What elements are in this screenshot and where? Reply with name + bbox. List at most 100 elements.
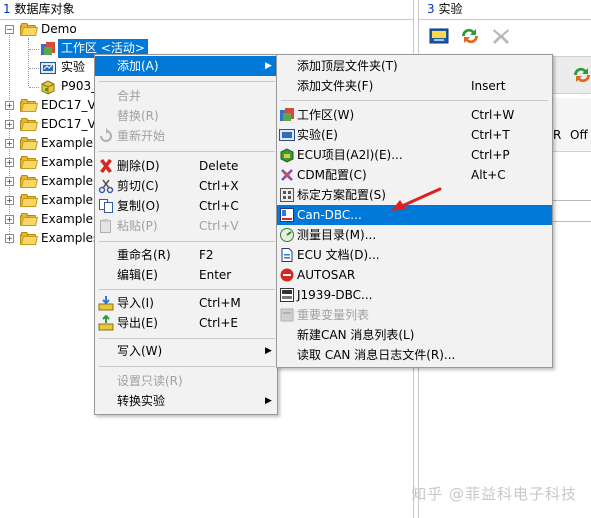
menu-separator xyxy=(99,289,275,290)
menu-item-rename[interactable]: 重命名(R) F2 xyxy=(95,245,277,265)
menu-item-label: 重新开始 xyxy=(117,129,166,143)
menu-item-shortcut: F2 xyxy=(199,248,214,262)
sync-icon[interactable] xyxy=(459,26,481,46)
submenu-item-read-can-log[interactable]: 读取 CAN 消息日志文件(R)... xyxy=(277,345,552,365)
submenu-item-workspace[interactable]: 工作区(W) Ctrl+W xyxy=(277,105,552,125)
document-icon xyxy=(281,248,293,262)
menu-item-replace[interactable]: 替换(R) xyxy=(95,106,277,126)
scissors-icon xyxy=(98,179,114,194)
menu-item-merge[interactable]: 合并 xyxy=(95,86,277,106)
column-r: R xyxy=(553,128,562,142)
expand-icon[interactable]: + xyxy=(5,215,14,224)
tree-node-folder[interactable]: + Example xyxy=(0,210,100,229)
expand-icon[interactable]: + xyxy=(5,120,14,129)
expand-icon[interactable]: + xyxy=(5,139,14,148)
submenu-item-cdm-config[interactable]: CDM配置(C) Alt+C xyxy=(277,165,552,185)
workspace-icon xyxy=(41,42,55,55)
menu-item-label: 替换(R) xyxy=(117,109,159,123)
collapse-icon[interactable]: − xyxy=(5,25,14,34)
submenu-item-ecu-document[interactable]: ECU 文档(D)... xyxy=(277,245,552,265)
tree-node-folder[interactable]: + EDC17_V xyxy=(0,96,100,115)
menu-item-shortcut: Enter xyxy=(199,268,232,282)
submenu-item-add-folder[interactable]: 添加文件夹(F) Insert xyxy=(277,76,552,96)
menu-item-shortcut: Ctrl+X xyxy=(199,179,239,193)
can-dbc-icon xyxy=(280,208,294,222)
expand-icon[interactable]: + xyxy=(5,177,14,186)
menu-item-label: 测量目录(M)... xyxy=(297,228,377,242)
variable-list-icon xyxy=(280,308,294,322)
submenu-item-important-variables[interactable]: 重要变量列表 xyxy=(277,305,552,325)
pane-title-text: 实验 xyxy=(434,2,463,16)
menu-item-copy[interactable]: 复制(O) Ctrl+C xyxy=(95,196,277,216)
menu-item-label: ECU 文档(D)... xyxy=(297,248,380,262)
menu-item-cut[interactable]: 剪切(C) Ctrl+X xyxy=(95,176,277,196)
menu-separator xyxy=(99,241,275,242)
submenu-item-measurement-catalog[interactable]: 测量目录(M)... xyxy=(277,225,552,245)
tree-node-label: EDC17_V xyxy=(41,117,96,131)
menu-item-label: 合并 xyxy=(117,89,142,103)
menu-item-label: CDM配置(C) xyxy=(297,168,367,182)
menu-item-add[interactable]: 添加(A) ▶ xyxy=(95,56,277,76)
folder-icon xyxy=(20,137,38,150)
menu-item-shortcut: Ctrl+T xyxy=(471,128,510,142)
import-icon xyxy=(98,296,114,311)
menu-item-set-readonly[interactable]: 设置只读(R) xyxy=(95,371,277,391)
open-experiment-icon[interactable] xyxy=(429,27,449,45)
expand-icon[interactable]: + xyxy=(5,101,14,110)
tree-node-label: P903_ xyxy=(61,79,98,93)
pane-number: 1 xyxy=(3,2,11,16)
menu-item-edit[interactable]: 编辑(E) Enter xyxy=(95,265,277,285)
menu-separator xyxy=(281,100,548,101)
submenu-item-new-can-message-list[interactable]: 新建CAN 消息列表(L) xyxy=(277,325,552,345)
tree-node-label: Example xyxy=(41,155,94,169)
menu-item-label: 工作区(W) xyxy=(297,108,355,122)
tree-node-folder[interactable]: + Example xyxy=(0,191,100,210)
tree-node-demo[interactable]: − Demo xyxy=(0,20,200,39)
folder-icon xyxy=(20,156,38,169)
tree-node-folder[interactable]: + Example xyxy=(0,134,100,153)
menu-item-label: 添加文件夹(F) xyxy=(297,79,374,93)
menu-item-label: ECU项目(A2l)(E)... xyxy=(297,148,403,162)
menu-item-label: 重命名(R) xyxy=(117,248,171,262)
submenu-arrow-icon: ▶ xyxy=(265,396,272,406)
menu-item-delete[interactable]: 删除(D) Delete xyxy=(95,156,277,176)
expand-icon[interactable]: + xyxy=(5,234,14,243)
menu-item-label: 剪切(C) xyxy=(117,179,159,193)
watermark: 知乎 @菲益科电子科技 xyxy=(411,485,577,503)
menu-item-shortcut: Insert xyxy=(471,79,506,93)
menu-item-restart[interactable]: 重新开始 xyxy=(95,126,277,146)
tree-node-label: 实验 xyxy=(61,60,86,74)
tree-node-folder[interactable]: + Example xyxy=(0,172,100,191)
menu-item-label: 重要变量列表 xyxy=(297,308,370,322)
delete-icon[interactable] xyxy=(491,27,511,45)
menu-item-import[interactable]: 导入(I) Ctrl+M xyxy=(95,293,277,313)
calibration-icon xyxy=(280,188,294,202)
sync-icon[interactable] xyxy=(572,65,591,85)
menu-item-export[interactable]: 导出(E) Ctrl+E xyxy=(95,313,277,333)
menu-item-label: 编辑(E) xyxy=(117,268,158,282)
submenu-item-ecu-project[interactable]: ECU项目(A2l)(E)... Ctrl+P xyxy=(277,145,552,165)
submenu-item-j1939-dbc[interactable]: J1939-DBC... xyxy=(277,285,552,305)
submenu-arrow-icon: ▶ xyxy=(265,346,272,356)
menu-separator xyxy=(99,81,275,82)
expand-icon[interactable]: + xyxy=(5,196,14,205)
export-icon xyxy=(98,315,114,331)
menu-item-convert-experiment[interactable]: 转换实验 ▶ xyxy=(95,391,277,411)
tree-node-folder[interactable]: + Examples xyxy=(0,229,100,248)
menu-item-label: AUTOSAR xyxy=(297,268,356,282)
folder-icon xyxy=(20,118,38,131)
submenu-arrow-icon: ▶ xyxy=(265,61,272,71)
menu-item-label: 标定方案配置(S) xyxy=(297,188,386,202)
restart-icon xyxy=(100,128,112,142)
menu-item-write[interactable]: 写入(W) ▶ xyxy=(95,341,277,361)
menu-item-paste[interactable]: 粘贴(P) Ctrl+V xyxy=(95,216,277,236)
submenu-item-experiment[interactable]: 实验(E) Ctrl+T xyxy=(277,125,552,145)
pane-title-text: 数据库对象 xyxy=(10,2,75,16)
menu-item-label: 实验(E) xyxy=(297,128,338,142)
folder-icon xyxy=(20,99,38,112)
expand-icon[interactable]: + xyxy=(5,158,14,167)
tree-node-folder[interactable]: + EDC17_V xyxy=(0,115,100,134)
submenu-item-autosar[interactable]: AUTOSAR xyxy=(277,265,552,285)
submenu-item-add-top-folder[interactable]: 添加顶层文件夹(T) xyxy=(277,56,552,76)
tree-node-folder[interactable]: + Example xyxy=(0,153,100,172)
